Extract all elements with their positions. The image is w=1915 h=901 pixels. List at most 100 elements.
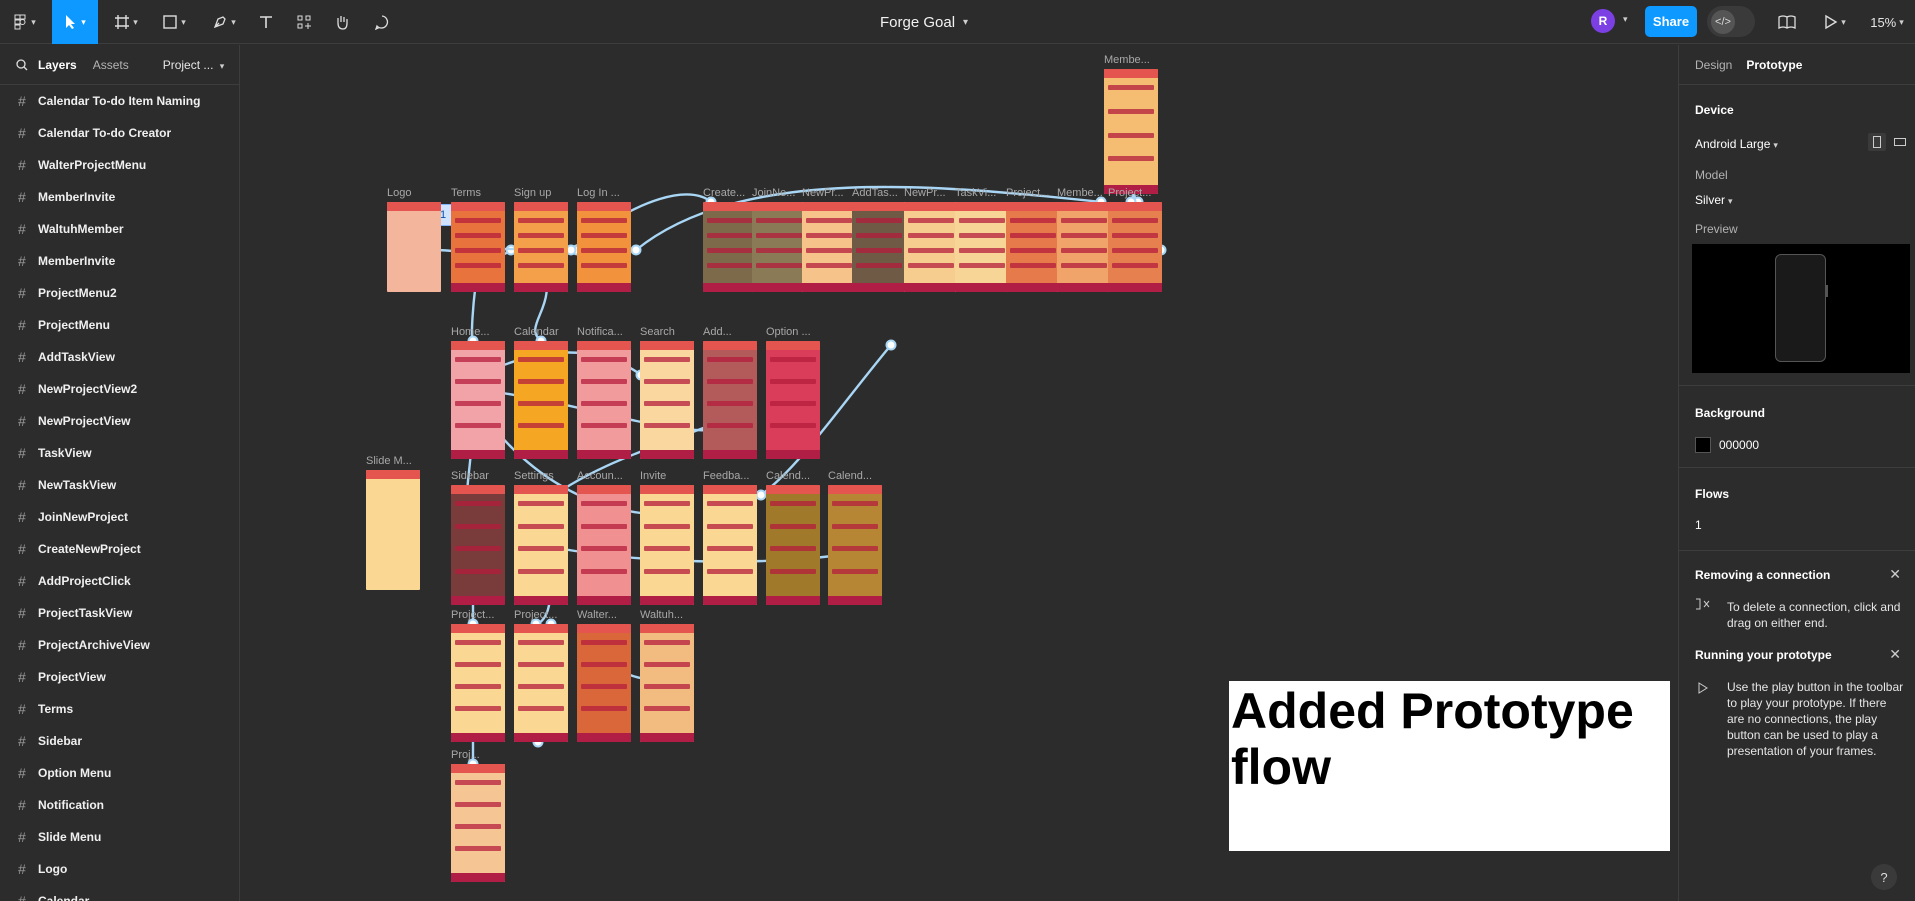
frame-thumbnail[interactable] [366,470,420,590]
frame-label[interactable]: Project... [1006,187,1049,199]
connection-node[interactable] [885,339,897,351]
frame-thumbnail[interactable] [828,485,882,605]
document-title[interactable]: Forge Goal ▾ [880,0,968,44]
frame-thumbnail[interactable] [451,341,505,459]
frame-label[interactable]: NewPr... [802,187,844,199]
frame-label[interactable]: Log In ... [577,187,620,199]
canvas[interactable]: 1 Membe... Logo Terms Sign up Log In ... Crea… [241,45,1677,901]
frame-thumbnail[interactable] [577,202,631,292]
tab-layers[interactable]: Layers [38,58,77,72]
frame-thumbnail[interactable] [1104,69,1158,194]
page-selector[interactable]: Project ... ▾ [163,58,225,72]
model-select[interactable]: Silver ▾ [1679,191,1915,209]
library-button[interactable] [1774,0,1800,44]
frame-label[interactable]: Proj... [451,749,480,761]
frame-label[interactable]: Add... [703,326,732,338]
search-icon[interactable] [16,58,28,71]
frame-thumbnail[interactable] [514,485,568,605]
layer-item[interactable]: # Notification [0,789,239,821]
frame-thumbnail[interactable] [1108,202,1162,292]
main-menu-button[interactable]: ▾ [8,0,42,44]
frame-label[interactable]: Calend... [828,470,872,482]
frame-label[interactable]: Membe... [1104,54,1150,66]
chevron-down-icon[interactable]: ▾ [1623,14,1628,25]
layer-item[interactable]: # MemberInvite [0,181,239,213]
frame-label[interactable]: Calendar [514,326,559,338]
frame-label[interactable]: Logo [387,187,411,199]
landscape-button[interactable] [1891,133,1909,151]
frame-thumbnail[interactable] [852,202,906,292]
frame-label[interactable]: Membe... [1057,187,1103,199]
layer-item[interactable]: # ProjectMenu [0,309,239,341]
layer-item[interactable]: # NewTaskView [0,469,239,501]
layer-item[interactable]: # Option Menu [0,757,239,789]
layer-item[interactable]: # NewProjectView [0,405,239,437]
layer-item[interactable]: # ProjectMenu2 [0,277,239,309]
help-button[interactable]: ? [1871,864,1897,890]
frame-thumbnail[interactable] [703,341,757,459]
layer-item[interactable]: # NewProjectView2 [0,373,239,405]
connection-node[interactable] [630,244,642,256]
frame-thumbnail[interactable] [577,485,631,605]
layer-item[interactable]: # Calendar To-do Item Naming [0,85,239,117]
frame-thumbnail[interactable] [703,202,757,292]
layer-item[interactable]: # WaltuhMember [0,213,239,245]
frame-label[interactable]: Slide M... [366,455,412,467]
frame-thumbnail[interactable] [904,202,958,292]
frame-label[interactable]: Project... [1108,187,1151,199]
background-fill[interactable]: 000000 [1679,436,1915,454]
frame-thumbnail[interactable] [451,202,505,292]
frame-thumbnail[interactable] [577,341,631,459]
flow-item[interactable]: 1 [1695,518,1915,532]
frame-label[interactable]: Walter... [577,609,617,621]
frame-thumbnail[interactable] [514,624,568,742]
dev-mode-toggle[interactable]: </> [1707,6,1755,37]
frame-label[interactable]: JoinNe... [752,187,795,199]
frame-label[interactable]: Waltuh... [640,609,683,621]
frame-thumbnail[interactable] [640,341,694,459]
frame-thumbnail[interactable] [766,341,820,459]
frame-label[interactable]: Terms [451,187,481,199]
connection-node[interactable] [755,489,767,501]
layer-item[interactable]: # Calendar [0,885,239,901]
layer-item[interactable]: # Calendar To-do Creator [0,117,239,149]
frame-thumbnail[interactable] [640,624,694,742]
frame-thumbnail[interactable] [752,202,806,292]
frame-label[interactable]: Notifica... [577,326,623,338]
frame-thumbnail[interactable] [451,485,505,605]
frame-thumbnail[interactable] [703,485,757,605]
frame-label[interactable]: Option ... [766,326,811,338]
frame-label[interactable]: Sign up [514,187,551,199]
frame-thumbnail[interactable] [1057,202,1111,292]
frame-label[interactable]: NewPr... [904,187,946,199]
present-button[interactable]: ▾ [1818,0,1852,44]
layer-item[interactable]: # AddTaskView [0,341,239,373]
frame-label[interactable]: Invite [640,470,666,482]
frame-thumbnail[interactable] [451,764,505,882]
layer-item[interactable]: # Logo [0,853,239,885]
layer-item[interactable]: # WalterProjectMenu [0,149,239,181]
close-icon[interactable]: ✕ [1889,646,1901,663]
frame-thumbnail[interactable] [766,485,820,605]
layer-item[interactable]: # JoinNewProject [0,501,239,533]
text-tool-button[interactable] [252,0,280,44]
layer-item[interactable]: # TaskView [0,437,239,469]
frame-thumbnail[interactable] [387,202,441,292]
frame-label[interactable]: Home... [451,326,490,338]
layer-item[interactable]: # Terms [0,693,239,725]
layer-item[interactable]: # Sidebar [0,725,239,757]
frame-label[interactable]: AddTas... [852,187,898,199]
frame-tool-button[interactable]: ▾ [108,0,144,44]
frame-thumbnail[interactable] [577,624,631,742]
frame-label[interactable]: Accoun... [577,470,623,482]
tab-prototype[interactable]: Prototype [1746,58,1802,72]
hand-tool-button[interactable] [328,0,356,44]
frame-thumbnail[interactable] [1006,202,1060,292]
shape-tool-button[interactable]: ▾ [156,0,192,44]
frame-thumbnail[interactable] [514,202,568,292]
resources-tool-button[interactable] [290,0,318,44]
annotation-note[interactable]: Added Prototype flow [1229,681,1670,851]
frame-label[interactable]: Sidebar [451,470,489,482]
layer-item[interactable]: # ProjectArchiveView [0,629,239,661]
frame-label[interactable]: Project... [514,609,557,621]
